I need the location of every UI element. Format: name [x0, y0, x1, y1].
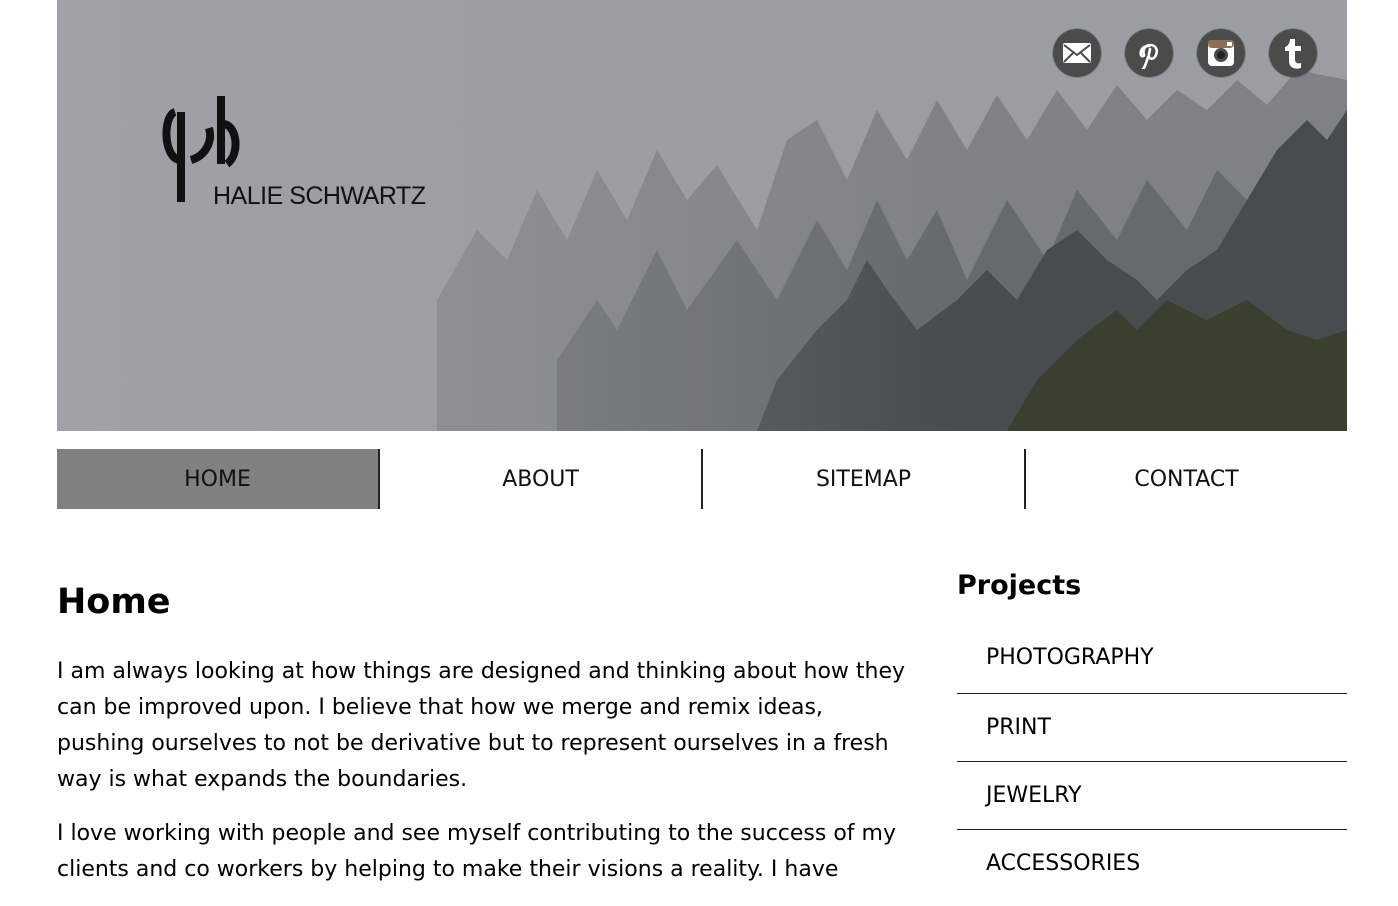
intro-paragraph: I am always looking at how things are de… [57, 659, 906, 792]
main-content: Home I am always looking at how things a… [57, 560, 907, 906]
email-icon[interactable] [1053, 29, 1101, 77]
instagram-icon[interactable] [1197, 29, 1245, 77]
pinterest-icon[interactable] [1125, 29, 1173, 77]
intro-paragraph: I love working with people and see mysel… [57, 821, 896, 882]
nav-item-about[interactable]: ABOUT [380, 449, 703, 509]
project-link-photography[interactable]: PHOTOGRAPHY [957, 623, 1347, 694]
logo-text: HALIE SCHWARTZ [213, 182, 426, 210]
projects-sidebar: Projects PHOTOGRAPHY PRINT JEWELRY ACCES… [957, 560, 1347, 897]
tumblr-icon[interactable] [1269, 29, 1317, 77]
social-links [1053, 29, 1317, 77]
sidebar-title: Projects [957, 570, 1082, 601]
project-link-print[interactable]: PRINT [957, 694, 1347, 762]
header-banner: HALIE SCHWARTZ [57, 0, 1347, 431]
project-link-accessories[interactable]: ACCESSORIES [957, 830, 1347, 897]
nav-item-contact[interactable]: CONTACT [1026, 449, 1347, 509]
site-logo[interactable]: HALIE SCHWARTZ [161, 94, 451, 214]
nav-item-sitemap[interactable]: SITEMAP [703, 449, 1026, 509]
projects-list: PHOTOGRAPHY PRINT JEWELRY ACCESSORIES [957, 623, 1347, 897]
main-nav: HOME ABOUT SITEMAP CONTACT [57, 449, 1347, 509]
project-link-jewelry[interactable]: JEWELRY [957, 762, 1347, 830]
nav-item-home[interactable]: HOME [57, 449, 380, 509]
page-title: Home [57, 582, 171, 622]
